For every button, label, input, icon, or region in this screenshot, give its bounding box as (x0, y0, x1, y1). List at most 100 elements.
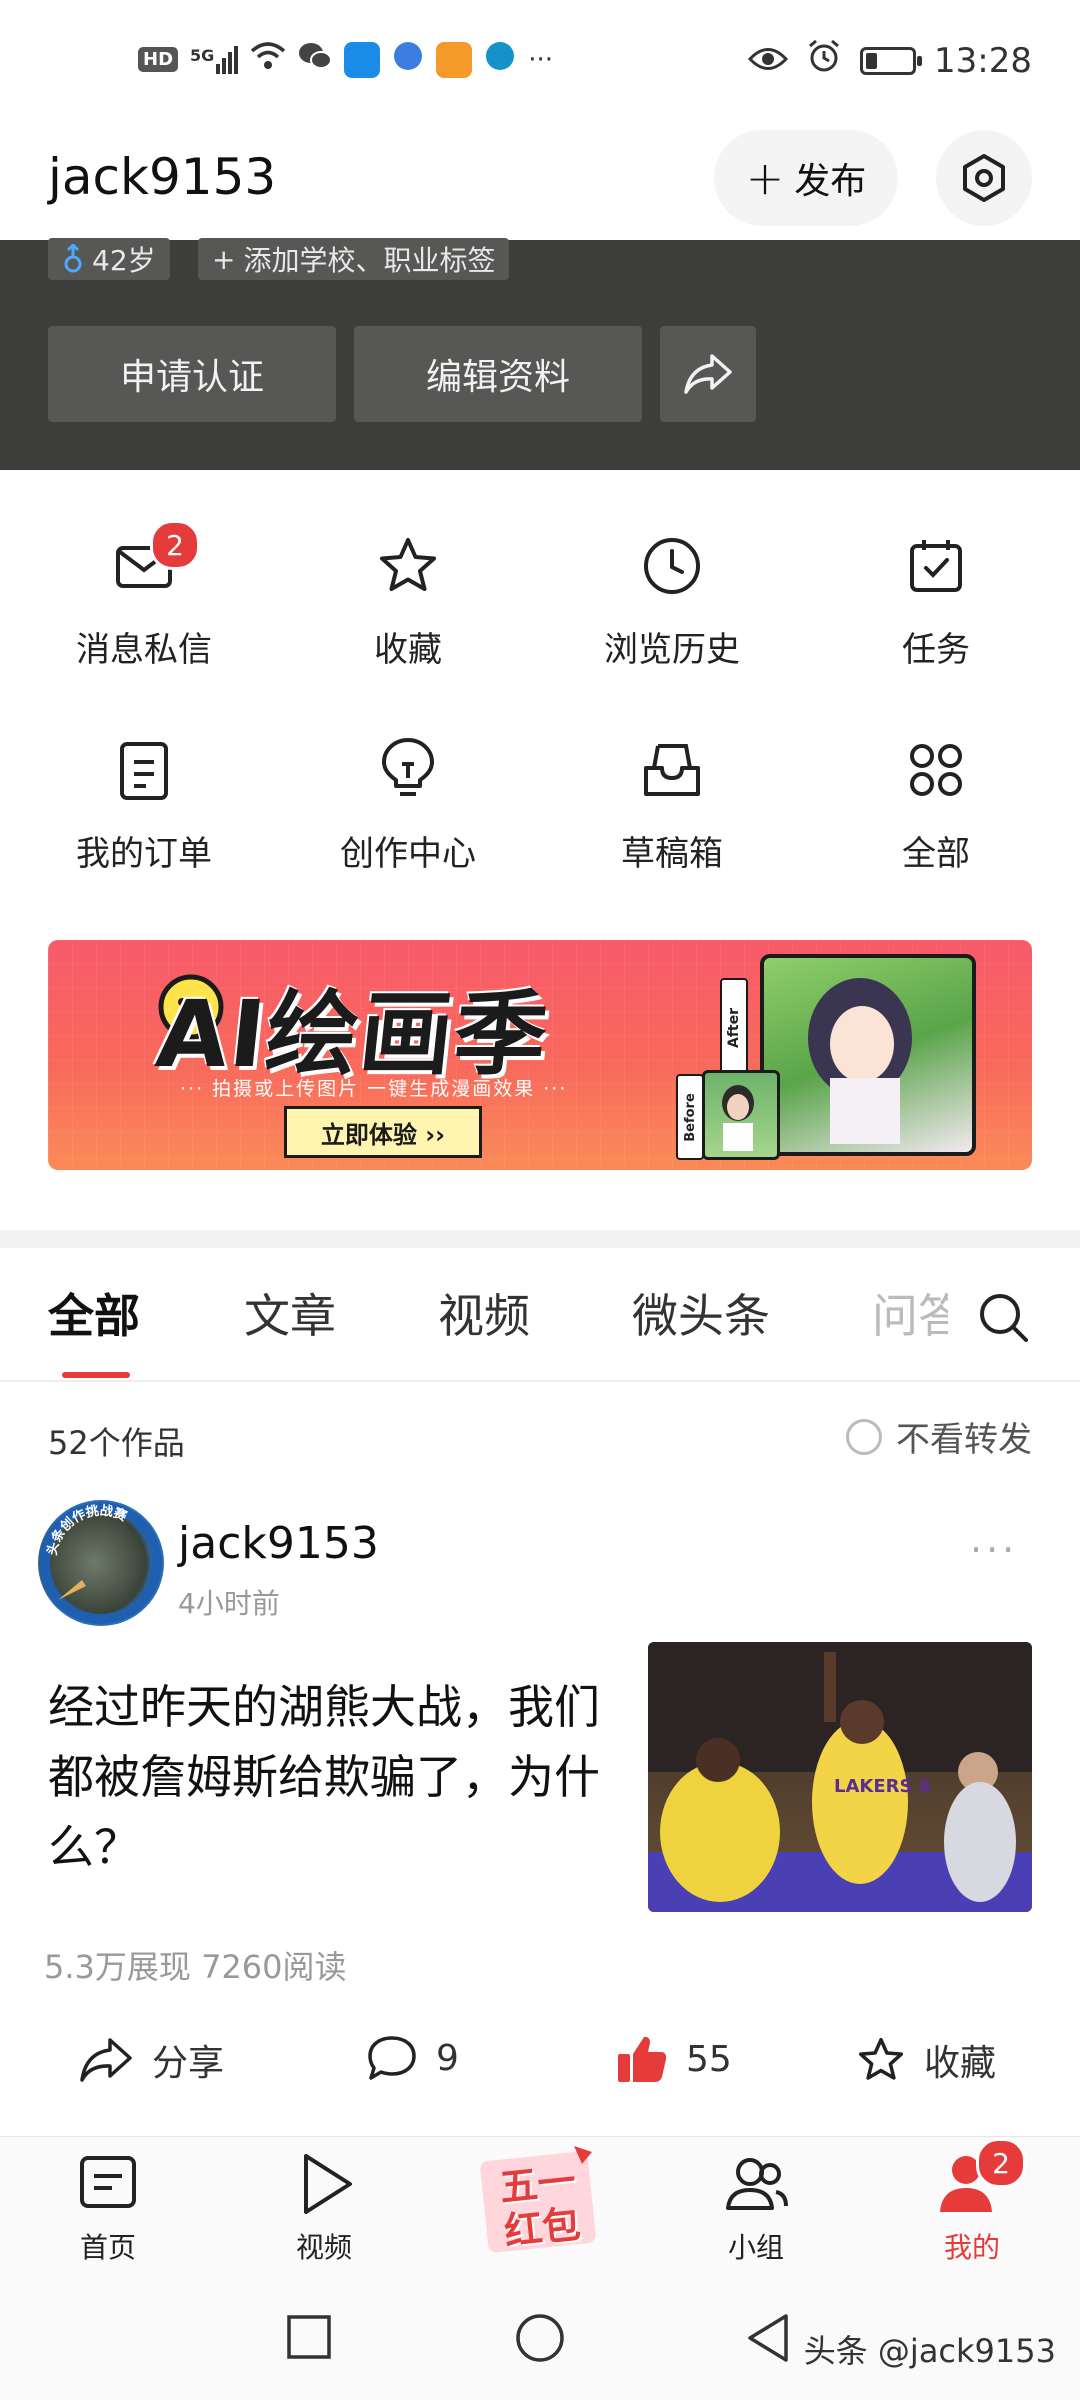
all-item[interactable]: 全部 (801, 738, 1071, 875)
before-label: Before (682, 1092, 698, 1142)
recent-apps-button[interactable] (286, 2314, 332, 2364)
ai-painting-banner[interactable]: AI绘画季 ··· 拍摄或上传图片 一键生成漫画效果 ··· 立即体验 ›› A… (48, 940, 1032, 1170)
banner-subtitle: ··· 拍摄或上传图片 一键生成漫画效果 ··· (180, 1078, 568, 1100)
promo-label: 五一红包 (497, 2158, 583, 2254)
before-photo-image (702, 1070, 780, 1160)
favorites-item[interactable]: 收藏 (273, 534, 543, 671)
nav-promo-red-envelope[interactable]: 五一红包 (474, 2140, 606, 2260)
after-tag: After (720, 978, 748, 1078)
works-count: 52个作品 (48, 1424, 185, 1462)
like-count: 55 (686, 2038, 732, 2080)
post-title[interactable]: 经过昨天的湖熊大战，我们都被詹姆斯给欺骗了，为什么？ (48, 1672, 608, 1882)
collect-label: 收藏 (924, 2043, 997, 2084)
share-action[interactable]: 分享 (78, 2034, 224, 2086)
bulb-icon (382, 738, 434, 796)
history-item[interactable]: 浏览历史 (537, 534, 807, 671)
wechat-icon (298, 41, 333, 78)
circle-icon (516, 2314, 564, 2362)
browser-icon (392, 40, 424, 79)
nav-video-label: 视频 (295, 2231, 352, 2264)
comment-icon (368, 2036, 416, 2080)
all-label: 全部 (902, 834, 970, 874)
clock-time: 13:28 (934, 40, 1032, 81)
apply-certification-button[interactable]: 申请认证 (48, 326, 336, 422)
grid-icon (910, 744, 962, 796)
signal-icon: 5G (190, 45, 239, 74)
nav-home-label: 首页 (79, 2231, 136, 2264)
drafts-item[interactable]: 草稿箱 (537, 738, 807, 875)
messages-label: 消息私信 (76, 630, 212, 670)
profile-panel: 42岁 + 添加学校、职业标签 申请认证 编辑资料 (0, 238, 1080, 470)
tab-qa[interactable]: 问答 (872, 1280, 948, 1346)
age-tag: 42岁 (48, 238, 170, 280)
try-now-button[interactable]: 立即体验 ›› (284, 1106, 482, 1158)
home-icon (80, 2156, 136, 2208)
section-divider (0, 1230, 1080, 1248)
post-author[interactable]: jack9153 (178, 1518, 379, 1569)
order-icon (120, 742, 168, 800)
post-thumbnail[interactable]: LAKERS 6 (648, 1642, 1032, 1912)
orders-label: 我的订单 (76, 834, 212, 874)
square-icon (287, 2315, 331, 2359)
publish-label: 发布 (794, 161, 867, 202)
nav-video[interactable]: 视频 (264, 2148, 384, 2266)
avatar[interactable]: 头条创作挑战赛 (38, 1500, 164, 1626)
plus-icon: + (745, 151, 785, 205)
plus-icon: + (212, 242, 236, 276)
search-button[interactable] (976, 1290, 1032, 1350)
creator-center-item[interactable]: 创作中心 (273, 738, 543, 875)
edit-profile-button[interactable]: 编辑资料 (354, 326, 642, 422)
share-profile-button[interactable] (660, 326, 756, 422)
tab-videos[interactable]: 视频 (438, 1280, 530, 1346)
status-bar: HD 5G ··· 13:28 (0, 0, 1080, 120)
drafts-label: 草稿箱 (621, 834, 723, 874)
thumbs-up-icon (618, 2036, 667, 2082)
age-tag-label: 42岁 (92, 244, 156, 277)
after-anime-image (760, 954, 976, 1156)
calendar-check-icon (910, 540, 962, 592)
collect-action[interactable]: 收藏 (856, 2034, 996, 2086)
share-label: 分享 (152, 2043, 225, 2084)
more-options-icon[interactable]: ··· (970, 1528, 1018, 1572)
star-icon (858, 2037, 904, 2080)
messages-item[interactable]: 2 消息私信 (9, 520, 279, 671)
nav-mine[interactable]: 2 我的 (912, 2138, 1032, 2266)
nav-group[interactable]: 小组 (696, 2148, 816, 2266)
comment-action[interactable]: 9 (366, 2034, 459, 2082)
tab-all[interactable]: 全部 (48, 1280, 140, 1346)
hide-reposts-toggle[interactable]: 不看转发 (846, 1412, 1032, 1461)
play-icon (304, 2154, 352, 2214)
home-system-button[interactable] (514, 2312, 566, 2368)
tab-micro-headlines[interactable]: 微头条 (632, 1280, 770, 1346)
like-action[interactable]: 55 (616, 2034, 732, 2084)
active-tab-indicator (62, 1372, 130, 1378)
clock-icon (644, 538, 700, 594)
svg-text:头条创作挑战赛: 头条创作挑战赛 (44, 1503, 130, 1557)
hd-indicator: HD (138, 47, 179, 72)
orders-item[interactable]: 我的订单 (9, 738, 279, 875)
post-time: 4小时前 (178, 1587, 280, 1620)
tasks-label: 任务 (902, 630, 970, 670)
back-system-button[interactable] (742, 2312, 794, 2368)
history-label: 浏览历史 (604, 630, 740, 670)
tasks-item[interactable]: 任务 (801, 534, 1071, 671)
star-icon (380, 538, 436, 591)
hide-reposts-label: 不看转发 (896, 1420, 1032, 1460)
radio-icon (846, 1418, 882, 1455)
battery-icon (860, 46, 923, 75)
settings-button[interactable] (936, 130, 1032, 226)
share-icon (684, 354, 732, 394)
nav-group-label: 小组 (727, 2231, 784, 2264)
edge-icon (484, 40, 516, 79)
more-notifications-icon: ··· (528, 44, 554, 75)
tab-articles[interactable]: 文章 (244, 1280, 336, 1346)
comment-count: 9 (436, 2037, 459, 2079)
tab-divider (0, 1380, 1080, 1382)
publish-button[interactable]: + 发布 (714, 130, 898, 226)
group-icon (726, 2158, 788, 2210)
app-icon-blue (344, 41, 381, 78)
avatar-badge-text: 头条创作挑战赛 (44, 1503, 130, 1557)
wifi-icon (250, 41, 286, 78)
nav-home[interactable]: 首页 (48, 2148, 168, 2266)
add-school-tag[interactable]: + 添加学校、职业标签 (198, 238, 510, 280)
